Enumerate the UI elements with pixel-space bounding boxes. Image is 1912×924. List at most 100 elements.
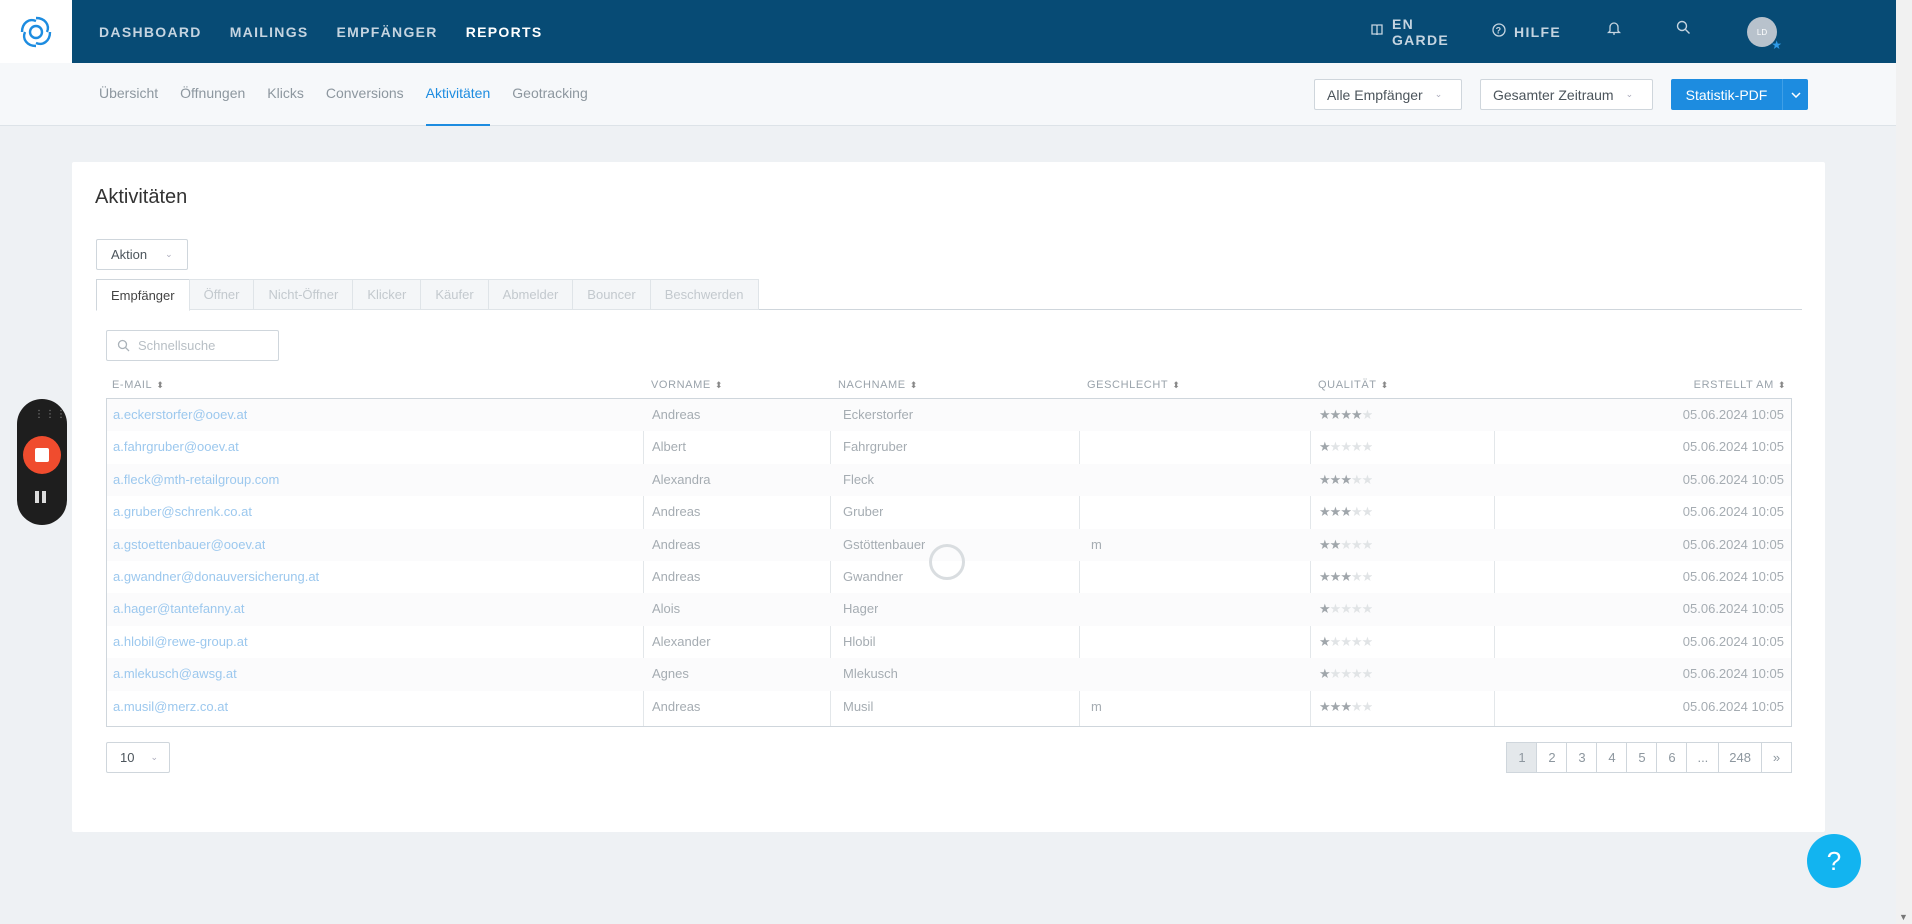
table-row[interactable]: a.mlekusch@awsg.at Agnes Mlekusch ★★★★★ 05.0… [107, 658, 1791, 691]
star-icon: ★ [1319, 504, 1331, 520]
star-icon: ★ [1350, 601, 1363, 617]
lastname-cell: Hager [843, 601, 879, 617]
recipient-type-tab[interactable]: Klicker [352, 279, 422, 310]
page-size-dropdown[interactable]: 10 ⌄ [106, 742, 170, 773]
recipient-type-tab[interactable]: Beschwerden [649, 279, 759, 310]
page-scrollbar[interactable]: ▼ [1896, 0, 1912, 924]
recipient-filter-dropdown[interactable]: Alle Empfänger ⌄ [1314, 79, 1462, 110]
email-cell[interactable]: a.eckerstorfer@ooev.at [113, 399, 247, 431]
column-header-email[interactable]: E-MAIL ⬍ [112, 372, 164, 398]
email-cell[interactable]: a.gruber@schrenk.co.at [113, 496, 252, 528]
quality-rating: ★★★★★ [1319, 399, 1372, 431]
firstname-cell: Andreas [652, 407, 701, 422]
column-header-gender[interactable]: GESCHLECHT ⬍ [1087, 372, 1180, 398]
star-icon: ★ [1319, 633, 1331, 649]
page-button: ... [1686, 742, 1720, 773]
pause-recording-button[interactable] [35, 491, 46, 503]
time-filter-dropdown[interactable]: Gesamter Zeitraum ⌄ [1480, 79, 1653, 110]
star-icon: ★ [1340, 601, 1352, 617]
email-cell[interactable]: a.hager@tantefanny.at [113, 593, 245, 625]
table-row[interactable]: a.hager@tantefanny.at Alois Hager ★★★★★ 05.0… [107, 593, 1791, 626]
column-header-lastname[interactable]: NACHNAME ⬍ [838, 372, 918, 398]
email-cell[interactable]: a.mlekusch@awsg.at [113, 658, 237, 690]
page-button[interactable]: 3 [1566, 742, 1598, 773]
firstname-cell: Agnes [652, 666, 689, 682]
star-icon: ★ [1361, 439, 1373, 455]
page-button[interactable]: 2 [1536, 742, 1568, 773]
created-cell: 05.06.2024 10:05 [1682, 471, 1784, 487]
bell-icon[interactable] [1606, 20, 1622, 41]
pdf-dropdown-toggle[interactable] [1783, 79, 1808, 110]
nav-item-mailings[interactable]: MAILINGS [230, 24, 309, 40]
recipient-type-tab[interactable]: Nicht-Öffner [253, 279, 354, 310]
statistics-pdf-button[interactable]: Statistik-PDF [1671, 79, 1808, 110]
report-tab[interactable]: Geotracking [512, 63, 587, 126]
page-button[interactable]: 4 [1596, 742, 1628, 773]
stop-icon [35, 448, 49, 462]
recipient-type-tab[interactable]: Abmelder [487, 279, 574, 310]
star-icon: ★ [1340, 666, 1352, 682]
report-tabs: Übersicht Öffnungen Klicks Conversions Aktiv… [99, 63, 588, 126]
quality-rating: ★★★★★ [1319, 431, 1372, 463]
recipient-type-tab[interactable]: Bouncer [572, 279, 651, 310]
next-page-button[interactable]: » [1761, 742, 1792, 773]
table-row[interactable]: a.gruber@schrenk.co.at Andreas Gruber ★★★★★… [107, 496, 1791, 528]
search-input[interactable] [138, 338, 268, 353]
help-chat-button[interactable]: ? [1807, 834, 1861, 888]
screen-recorder-widget: ⋮⋮⋮ [17, 399, 67, 525]
table-row[interactable]: a.hlobil@rewe-group.at Alexander Hlobil ★★★… [107, 626, 1791, 658]
quality-rating: ★★★★★ [1319, 561, 1372, 593]
column-header-firstname[interactable]: VORNAME ⬍ [651, 372, 723, 398]
email-cell[interactable]: a.fleck@mth-retailgroup.com [113, 464, 279, 496]
star-icon: ★ [1340, 633, 1352, 649]
table-row[interactable]: a.fahrgruber@ooev.at Albert Fahrgruber ★★★★… [107, 431, 1791, 463]
lastname-cell: Fahrgruber [843, 439, 908, 455]
table-row[interactable]: a.eckerstorfer@ooev.at Andreas Eckerstorfe… [107, 399, 1791, 432]
sort-icon: ⬍ [1777, 380, 1786, 390]
report-tab[interactable]: Klicks [267, 63, 304, 126]
page-button[interactable]: 5 [1626, 742, 1658, 773]
quality-rating: ★★★★★ [1319, 691, 1372, 723]
nav-item-reports[interactable]: REPORTS [466, 24, 543, 40]
email-cell[interactable]: a.musil@merz.co.at [113, 691, 228, 723]
table-row[interactable]: a.musil@merz.co.at Andreas Musil m ★★★★★ 05.0… [107, 691, 1791, 723]
star-icon: ★ [1340, 504, 1352, 520]
created-cell: 05.06.2024 10:05 [1682, 601, 1784, 617]
star-icon: ★ [1319, 568, 1331, 584]
drag-handle-icon[interactable]: ⋮⋮⋮ [34, 409, 67, 420]
page-button[interactable]: 6 [1656, 742, 1688, 773]
column-header-quality[interactable]: QUALITÄT ⬍ [1318, 372, 1389, 398]
email-cell[interactable]: a.gstoettenbauer@ooev.at [113, 529, 265, 561]
recipient-type-tab[interactable]: Käufer [420, 279, 489, 310]
star-icon: ★ [1340, 536, 1352, 552]
recipient-type-tab[interactable]: Öffner [188, 279, 255, 310]
quality-rating: ★★★★★ [1319, 658, 1372, 690]
page-button[interactable]: 248 [1718, 742, 1762, 773]
sort-icon: ⬍ [909, 380, 918, 390]
page-button[interactable]: 1 [1506, 742, 1538, 773]
report-tab[interactable]: Conversions [326, 63, 404, 126]
nav-item-empfänger[interactable]: EMPFÄNGER [337, 24, 438, 40]
star-icon: ★ [1350, 568, 1363, 584]
quick-search[interactable] [106, 330, 279, 361]
report-tab[interactable]: Aktivitäten [425, 63, 491, 126]
report-tab[interactable]: Übersicht [99, 63, 158, 126]
search-icon[interactable] [1676, 20, 1691, 40]
app-logo[interactable] [0, 0, 72, 63]
quality-rating: ★★★★★ [1319, 529, 1372, 561]
table-row[interactable]: a.fleck@mth-retailgroup.com Alexandra Flec… [107, 463, 1791, 497]
column-header-created[interactable]: ERSTELLT AM ⬍ [1694, 372, 1786, 398]
stop-recording-button[interactable] [23, 436, 61, 474]
user-avatar[interactable]: LD ★ [1747, 17, 1782, 52]
quality-rating: ★★★★★ [1319, 464, 1372, 496]
help-menu[interactable]: ? HILFE [1492, 23, 1561, 40]
email-cell[interactable]: a.hlobil@rewe-group.at [113, 626, 248, 658]
nav-item-dashboard[interactable]: DASHBOARD [99, 24, 202, 40]
recipient-type-tab[interactable]: Empfänger [96, 279, 190, 311]
report-tab[interactable]: Öffnungen [180, 63, 245, 126]
account-switcher[interactable]: EN GARDE [1370, 16, 1449, 48]
email-cell[interactable]: a.gwandner@donauversicherung.at [113, 561, 319, 593]
action-dropdown[interactable]: Aktion ⌄ [96, 239, 188, 270]
scroll-down-arrow-icon[interactable]: ▼ [1899, 912, 1908, 922]
email-cell[interactable]: a.fahrgruber@ooev.at [113, 431, 239, 463]
